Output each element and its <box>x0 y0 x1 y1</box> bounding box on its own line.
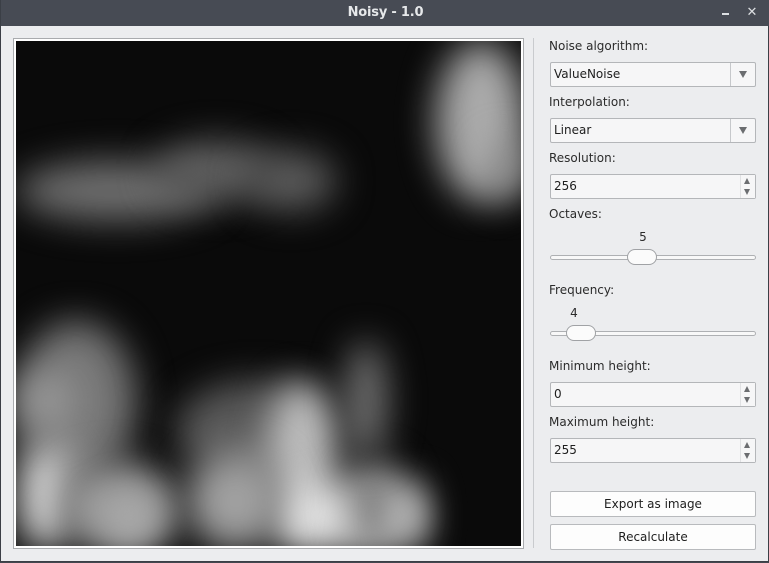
octaves-slider-thumb[interactable] <box>627 249 657 265</box>
minimum-height-value: 0 <box>554 387 562 401</box>
resolution-value: 256 <box>554 179 577 193</box>
noise-region <box>346 341 386 461</box>
increment-arrow-icon[interactable] <box>744 386 750 392</box>
interpolation-label: Interpolation: <box>549 95 630 109</box>
noise-region <box>16 371 76 431</box>
maximum-height-label: Maximum height: <box>549 415 655 429</box>
minimum-height-stepper <box>740 383 755 406</box>
interpolation-value: Linear <box>554 123 592 137</box>
minimum-height-label: Minimum height: <box>549 359 651 373</box>
frequency-label: Frequency: <box>549 283 615 297</box>
chevron-down-icon <box>739 127 747 134</box>
noise-preview-image <box>16 41 521 546</box>
octaves-slider[interactable] <box>550 247 756 267</box>
noise-region <box>396 481 426 546</box>
recalculate-button[interactable]: Recalculate <box>550 524 756 550</box>
frequency-slider-thumb[interactable] <box>566 325 596 341</box>
frequency-value: 4 <box>570 306 578 320</box>
chevron-down-icon <box>739 71 747 78</box>
frequency-slider[interactable] <box>550 323 756 343</box>
decrement-arrow-icon[interactable] <box>744 453 750 459</box>
resolution-spinner[interactable]: 256 <box>550 174 756 199</box>
increment-arrow-icon[interactable] <box>744 178 750 184</box>
maximum-height-value: 255 <box>554 443 577 457</box>
maximum-height-spinner[interactable]: 255 <box>550 438 756 463</box>
decrement-arrow-icon[interactable] <box>744 189 750 195</box>
minimize-icon <box>722 13 729 15</box>
app-window: Noisy - 1.0 ✕ Noise algorithm: ValueNois… <box>0 0 769 562</box>
window-title: Noisy - 1.0 <box>347 5 424 20</box>
noise-region <box>186 451 286 546</box>
export-image-button[interactable]: Export as image <box>550 491 756 517</box>
noise-algorithm-dropdown-button[interactable] <box>730 63 755 86</box>
octaves-label: Octaves: <box>549 207 602 221</box>
decrement-arrow-icon[interactable] <box>744 397 750 403</box>
noise-region <box>246 151 336 211</box>
panel-divider <box>533 38 534 548</box>
interpolation-dropdown-button[interactable] <box>730 119 755 142</box>
maximum-height-stepper <box>740 439 755 462</box>
title-bar[interactable]: Noisy - 1.0 ✕ <box>1 0 769 26</box>
interpolation-select[interactable]: Linear <box>550 118 756 143</box>
main-content: Noise algorithm: ValueNoise Interpolatio… <box>1 26 768 561</box>
noise-algorithm-label: Noise algorithm: <box>549 39 649 53</box>
octaves-value: 5 <box>639 230 647 244</box>
close-button[interactable]: ✕ <box>744 4 760 22</box>
increment-arrow-icon[interactable] <box>744 442 750 448</box>
resolution-label: Resolution: <box>549 151 616 165</box>
noise-algorithm-value: ValueNoise <box>554 67 621 81</box>
resolution-stepper <box>740 175 755 198</box>
noise-preview-frame <box>13 38 524 549</box>
close-icon: ✕ <box>746 5 758 20</box>
noise-region <box>96 491 166 546</box>
noise-algorithm-select[interactable]: ValueNoise <box>550 62 756 87</box>
minimum-height-spinner[interactable]: 0 <box>550 382 756 407</box>
minimize-button[interactable] <box>718 4 734 22</box>
noise-region <box>486 141 521 201</box>
